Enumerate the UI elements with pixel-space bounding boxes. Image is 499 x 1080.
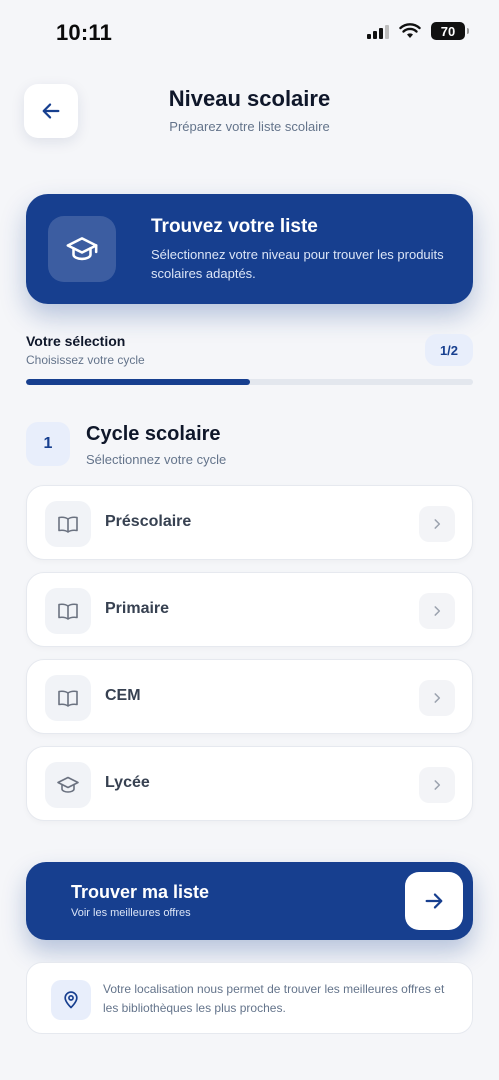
chevron-right-icon: [434, 780, 441, 790]
status-icons: 70: [367, 22, 469, 40]
graduation-cap-icon: [66, 237, 98, 261]
option-label: Primaire: [105, 600, 170, 617]
find-list-button[interactable]: Trouver ma liste Voir les meilleures off…: [26, 862, 473, 940]
location-info-text: Votre localisation nous permet de trouve…: [103, 982, 445, 1015]
cta-subtitle: Voir les meilleures offres: [71, 907, 191, 919]
wifi-icon: [399, 23, 421, 38]
chevron-right-button[interactable]: [419, 593, 455, 629]
hero-icon-container: [48, 216, 116, 282]
option-icon-container: [45, 675, 91, 721]
section-title: Cycle scolaire: [86, 423, 221, 445]
selection-title: Votre sélection: [26, 333, 126, 349]
option-icon-container: [45, 588, 91, 634]
progress-fill: [26, 379, 250, 385]
section-number: 1: [26, 422, 70, 466]
option-lycee[interactable]: Lycée: [26, 746, 473, 821]
step-badge: 1/2: [425, 334, 473, 366]
chevron-right-icon: [434, 606, 441, 616]
chevron-right-button[interactable]: [419, 680, 455, 716]
battery-level: 70: [440, 23, 456, 39]
option-icon-container: [45, 762, 91, 808]
location-pin-icon: [64, 991, 78, 1009]
option-prescolaire[interactable]: Préscolaire: [26, 485, 473, 560]
book-icon: [58, 516, 78, 533]
progress-bar: [26, 379, 473, 385]
option-cem[interactable]: CEM: [26, 659, 473, 734]
option-label: Lycée: [105, 774, 150, 791]
option-label: Préscolaire: [105, 513, 192, 530]
section-subtitle: Sélectionnez votre cycle: [86, 452, 227, 467]
option-primaire[interactable]: Primaire: [26, 572, 473, 647]
page-subtitle: Préparez votre liste scolaire: [169, 119, 330, 134]
cellular-signal-icon: [367, 23, 389, 39]
option-icon-container: [45, 501, 91, 547]
cta-arrow-button[interactable]: [405, 872, 463, 930]
graduation-cap-icon: [57, 776, 79, 793]
selection-subtitle: Choisissez votre cycle: [26, 353, 145, 367]
chevron-right-icon: [434, 693, 441, 703]
chevron-right-button[interactable]: [419, 767, 455, 803]
book-icon: [58, 690, 78, 707]
cta-title: Trouver ma liste: [71, 882, 210, 902]
battery-icon: 70: [431, 22, 469, 40]
page-title: Niveau scolaire: [168, 86, 331, 111]
option-label: CEM: [105, 687, 141, 704]
hero-description: Sélectionnez votre niveau pour trouver l…: [151, 247, 444, 281]
hero-title: Trouvez votre liste: [151, 216, 318, 237]
arrow-right-icon: [425, 893, 443, 909]
chevron-right-icon: [434, 519, 441, 529]
book-icon: [58, 603, 78, 620]
hero-card: Trouvez votre liste Sélectionnez votre n…: [26, 194, 473, 304]
status-time: 10:11: [56, 20, 113, 45]
chevron-right-button[interactable]: [419, 506, 455, 542]
info-icon-container: [51, 980, 91, 1020]
location-info-card: Votre localisation nous permet de trouve…: [26, 962, 473, 1034]
